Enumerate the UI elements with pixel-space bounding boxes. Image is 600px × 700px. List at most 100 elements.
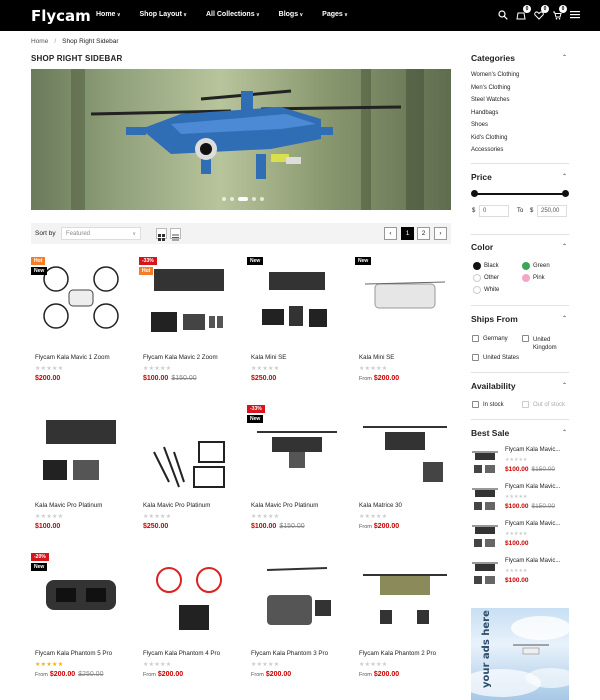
prev-page-button[interactable]: ‹ — [384, 227, 397, 240]
best-sale-price: $100.00 — [505, 577, 529, 584]
checkbox-united-states[interactable] — [472, 354, 479, 361]
best-sale-name[interactable]: Flycam Kala Mavic... — [505, 447, 560, 453]
sort-select[interactable]: Featured — [61, 227, 141, 240]
product-name[interactable]: Flycam Kala Phantom 2 Pro — [359, 650, 436, 657]
product-card[interactable]: New Kala Mini SE ★★★★★ From $200.00 — [355, 254, 455, 394]
list-view-button[interactable] — [170, 228, 181, 241]
page-1-button[interactable]: 1 — [401, 227, 414, 240]
checkbox-out-of-stock[interactable] — [522, 401, 529, 408]
product-card[interactable]: New Kala Mini SE ★★★★★ $250.00 — [247, 254, 347, 394]
nav-all-collections[interactable]: All Collections — [206, 11, 260, 18]
product-card[interactable]: Kala Mavic Pro Platinum ★★★★★ $250.00 — [139, 402, 239, 542]
price-max-handle[interactable] — [562, 190, 569, 197]
chevron-up-icon[interactable]: ⌃ — [562, 382, 567, 389]
page-2-button[interactable]: 2 — [417, 227, 430, 240]
chevron-up-icon[interactable]: ⌃ — [562, 429, 567, 436]
color-swatch-green[interactable] — [522, 262, 530, 270]
site-logo[interactable]: Flycam — [31, 7, 91, 25]
menu-icon[interactable] — [569, 9, 580, 20]
nav-home[interactable]: Home — [96, 11, 121, 18]
chevron-up-icon[interactable]: ⌃ — [562, 243, 567, 250]
chevron-up-icon[interactable]: ⌃ — [562, 173, 567, 180]
product-tag: New — [31, 563, 48, 571]
checkbox-in-stock[interactable] — [472, 401, 479, 408]
product-card[interactable]: Kala Matrice 30 ★★★★★ From $200.00 — [355, 402, 455, 542]
search-icon[interactable] — [497, 9, 508, 20]
banner-dot[interactable] — [252, 197, 256, 201]
banner-dot[interactable] — [222, 197, 226, 201]
product-name[interactable]: Kala Mini SE — [359, 354, 394, 361]
product-card[interactable]: -33% Hot Flycam Kala Mavic 2 Zoom ★★★★★ $100… — [139, 254, 239, 394]
product-image[interactable] — [247, 254, 347, 344]
product-name[interactable]: Kala Mavic Pro Platinum — [143, 502, 210, 509]
nav-blogs[interactable]: Blogs — [279, 11, 304, 18]
breadcrumb-home[interactable]: Home — [31, 38, 48, 45]
banner-dot-active[interactable] — [238, 197, 248, 201]
product-image[interactable] — [247, 550, 347, 640]
category-item[interactable]: Shoes — [471, 122, 488, 128]
product-card[interactable]: -20% New Flycam Kala Phantom 5 Pro ★★★★★ Fro… — [31, 550, 131, 690]
best-sale-image[interactable] — [471, 521, 499, 551]
ads-banner[interactable]: your ads here — [471, 608, 569, 700]
product-name[interactable]: Flycam Kala Phantom 3 Pro — [251, 650, 328, 657]
product-image[interactable] — [31, 402, 131, 492]
best-sale-item[interactable]: Flycam Kala Mavic... ★★★★★ $100.00 — [471, 556, 569, 592]
best-sale-item[interactable]: Flycam Kala Mavic... ★★★★★ $100.00 — [471, 519, 569, 555]
color-swatch-other[interactable] — [473, 274, 481, 282]
product-name[interactable]: Kala Mavic Pro Platinum — [35, 502, 102, 509]
product-name[interactable]: Flycam Kala Phantom 4 Pro — [143, 650, 220, 657]
banner-dot[interactable] — [260, 197, 264, 201]
product-card[interactable]: Kala Mavic Pro Platinum ★★★★★ $100.00 — [31, 402, 131, 542]
product-image[interactable] — [139, 254, 239, 344]
best-sale-item[interactable]: Flycam Kala Mavic... ★★★★★ $100.00 $150.00 — [471, 445, 569, 481]
product-image[interactable] — [355, 254, 455, 344]
product-image[interactable] — [139, 550, 239, 640]
best-sale-item[interactable]: Flycam Kala Mavic... ★★★★★ $100.00 $150.00 — [471, 482, 569, 518]
category-item[interactable]: Kid's Clothing — [471, 135, 508, 141]
checkbox-germany[interactable] — [472, 335, 479, 342]
account-icon[interactable]: 0 — [515, 5, 531, 20]
best-sale-image[interactable] — [471, 447, 499, 477]
grid-view-button[interactable] — [156, 228, 167, 241]
product-name[interactable]: Flycam Kala Phantom 5 Pro — [35, 650, 112, 657]
cart-icon[interactable]: 0 — [551, 5, 567, 20]
chevron-up-icon[interactable]: ⌃ — [562, 54, 567, 61]
category-item[interactable]: Women's Clothing — [471, 72, 519, 78]
category-item[interactable]: Men's Clothing — [471, 85, 511, 91]
product-name[interactable]: Flycam Kala Mavic 1 Zoom — [35, 354, 110, 361]
color-swatch-pink[interactable] — [522, 274, 530, 282]
color-swatch-black[interactable] — [473, 262, 481, 270]
product-card[interactable]: Hot New Flycam Kala Mavic 1 Zoom ★★★★★ $200.… — [31, 254, 131, 394]
chevron-up-icon[interactable]: ⌃ — [562, 315, 567, 322]
product-card[interactable]: Flycam Kala Phantom 4 Pro ★★★★★ From $200.0… — [139, 550, 239, 690]
product-card[interactable]: Flycam Kala Phantom 3 Pro ★★★★★ From $200.0… — [247, 550, 347, 690]
price-min-input[interactable]: 0 — [479, 205, 509, 217]
wishlist-icon[interactable]: 0 — [533, 5, 549, 20]
best-sale-image[interactable] — [471, 558, 499, 588]
best-sale-image[interactable] — [471, 484, 499, 514]
next-page-button[interactable]: › — [434, 227, 447, 240]
product-name[interactable]: Kala Mini SE — [251, 354, 286, 361]
product-card[interactable]: Flycam Kala Phantom 2 Pro ★★★★★ From $200.0… — [355, 550, 455, 690]
price-min-handle[interactable] — [471, 190, 478, 197]
best-sale-name[interactable]: Flycam Kala Mavic... — [505, 484, 560, 490]
product-image[interactable] — [355, 402, 455, 492]
color-swatch-white[interactable] — [473, 286, 481, 294]
category-item[interactable]: Accessories — [471, 147, 503, 153]
product-name[interactable]: Kala Matrice 30 — [359, 502, 402, 509]
product-image[interactable] — [355, 550, 455, 640]
hero-banner[interactable] — [31, 69, 451, 210]
nav-shop-layout[interactable]: Shop Layout — [140, 11, 187, 18]
price-max-input[interactable]: 250,00 — [537, 205, 567, 217]
nav-pages[interactable]: Pages — [322, 11, 348, 18]
category-item[interactable]: Steel Watches — [471, 97, 509, 103]
banner-dot[interactable] — [230, 197, 234, 201]
product-name[interactable]: Flycam Kala Mavic 2 Zoom — [143, 354, 218, 361]
best-sale-name[interactable]: Flycam Kala Mavic... — [505, 521, 560, 527]
product-card[interactable]: -33% New Kala Mavic Pro Platinum ★★★★★ $100.… — [247, 402, 347, 542]
category-item[interactable]: Handbags — [471, 110, 498, 116]
product-image[interactable] — [139, 402, 239, 492]
product-name[interactable]: Kala Mavic Pro Platinum — [251, 502, 318, 509]
best-sale-name[interactable]: Flycam Kala Mavic... — [505, 558, 560, 564]
checkbox-united-kingdom[interactable] — [522, 335, 529, 342]
